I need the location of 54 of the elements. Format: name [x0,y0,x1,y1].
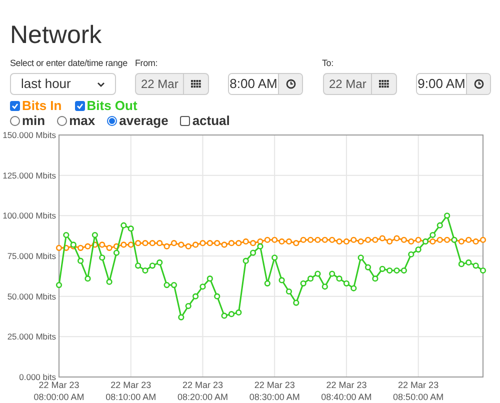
y-axis-label: 0.000 bits [19,372,56,382]
data-point [286,288,292,295]
to-label: To: [322,57,334,69]
radio-button[interactable] [57,116,68,126]
data-point [63,232,70,238]
x-axis-label: 22 Mar 23 08:50:00 AM [393,380,444,402]
y-axis-label: 50.000 Mbits [7,291,56,302]
data-point [185,302,192,310]
data-point [99,254,106,261]
data-point [272,254,278,261]
x-axis-label: 22 Mar 23 08:20:00 AM [177,380,228,402]
data-point [372,276,378,282]
data-point [358,254,364,261]
mode-label: actual [192,112,230,130]
y-axis-label: 150.000 Mbits [2,130,56,140]
data-point [293,300,300,306]
checkbox[interactable] [180,116,190,126]
check-icon [76,102,84,110]
radio-button[interactable] [10,116,20,126]
checkbox[interactable] [74,101,85,111]
x-axis-label: 22 Mar 23 08:10:00 AM [106,380,156,402]
x-axis-label: 22 Mar 23 08:40:00 AM [321,380,372,402]
data-point [264,280,270,286]
data-point [364,264,372,270]
data-point [84,276,91,282]
data-point [436,222,443,228]
data-point [214,293,220,300]
page-title: Network [10,20,102,48]
chevron-down-icon [97,82,105,86]
data-point [106,278,112,285]
data-point [242,258,249,264]
data-point [200,284,206,290]
data-point [278,277,285,284]
y-axis-label: 75.000 Mbits [7,251,56,261]
data-point [78,258,84,264]
y-axis-label: 100.000 Mbits [2,210,56,221]
radio-button[interactable] [107,116,118,126]
y-axis-label: 125.000 Mbits [2,170,56,180]
check-icon [11,102,19,110]
from-label: From: [135,57,158,69]
range-select[interactable]: last hour [10,73,116,95]
data-point [178,314,184,320]
data-point [192,293,199,300]
data-point [322,284,328,290]
x-axis-label: 22 Mar 23 08:00:00 AM [34,380,84,402]
y-axis-label: 25.000 Mbits [7,332,56,342]
x-axis-label: 22 Mar 23 08:30:00 AM [249,380,300,402]
data-point [56,282,62,288]
data-point [206,276,213,282]
data-point [444,212,450,219]
checkbox[interactable] [10,101,20,111]
range-value: last hour [21,75,71,94]
data-point [92,232,98,238]
range-label: Select or enter date/time range [10,57,128,69]
